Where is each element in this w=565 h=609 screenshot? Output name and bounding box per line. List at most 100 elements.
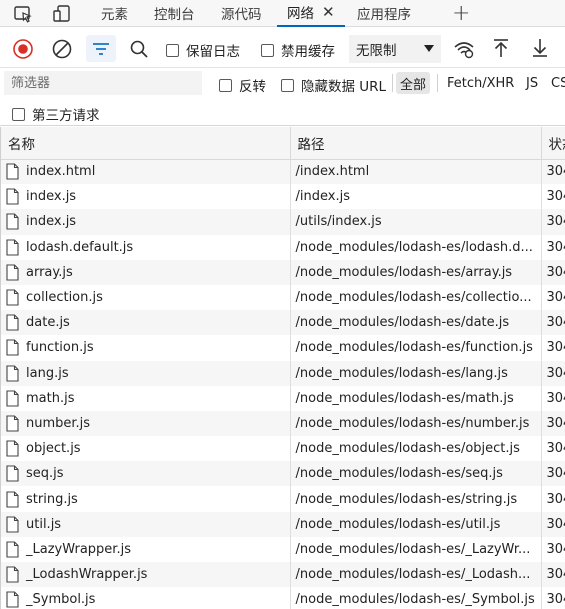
invert-checkbox[interactable]: 反转: [219, 75, 266, 95]
path-cell[interactable]: /node_modules/lodash-es/object.js: [290, 436, 542, 462]
name-cell[interactable]: seq.js: [1, 461, 291, 487]
checkbox-box[interactable]: [166, 43, 179, 57]
status-cell[interactable]: 304: [541, 259, 565, 285]
close-icon[interactable]: ✕: [322, 3, 335, 21]
name-cell[interactable]: _Symbol.js: [1, 587, 291, 609]
tab-console[interactable]: 控制台: [154, 0, 195, 27]
table-row[interactable]: object.js/node_modules/lodash-es/object.…: [1, 436, 565, 462]
hide-data-urls-checkbox[interactable]: 隐藏数据 URL: [281, 75, 386, 95]
filter-input[interactable]: [4, 71, 202, 95]
table-row[interactable]: date.js/node_modules/lodash-es/date.js 30…: [1, 310, 565, 336]
status-cell[interactable]: 304: [541, 385, 565, 411]
path-cell[interactable]: /node_modules/lodash-es/array.js: [290, 259, 542, 285]
path-cell[interactable]: /node_modules/lodash-es/string.js: [290, 486, 542, 512]
status-cell[interactable]: 304: [541, 410, 565, 437]
table-row[interactable]: collection.js/node_modules/lodash-es/col…: [1, 284, 565, 311]
path-cell[interactable]: /node_modules/lodash-es/_Lodash...: [290, 562, 542, 588]
table-row[interactable]: _LazyWrapper.js/node_modules/lodash-es/_…: [1, 536, 565, 562]
name-cell[interactable]: index.js: [1, 209, 291, 235]
status-cell[interactable]: 304: [541, 360, 565, 386]
status-cell[interactable]: 304: [541, 310, 565, 336]
path-cell[interactable]: /utils/index.js: [290, 209, 542, 235]
path-cell[interactable]: /node_modules/lodash-es/function.js: [290, 335, 542, 361]
name-cell[interactable]: index.html: [1, 159, 291, 185]
filter-type-js[interactable]: JS: [526, 72, 538, 94]
path-cell[interactable]: /node_modules/lodash-es/date.js: [290, 310, 542, 336]
status-cell[interactable]: 304: [541, 209, 565, 235]
search-button[interactable]: [128, 38, 150, 60]
table-row[interactable]: index.js/index.js304: [1, 184, 565, 210]
status-cell[interactable]: 304: [541, 234, 565, 260]
tab-elements[interactable]: 元素: [101, 0, 128, 27]
filter-type-all[interactable]: 全部: [396, 72, 431, 94]
table-row[interactable]: function.js/node_modules/lodash-es/funct…: [1, 335, 565, 361]
checkbox-box[interactable]: [12, 107, 25, 121]
table-row[interactable]: index.html/index.html304: [1, 159, 565, 185]
tab-sources[interactable]: 源代码: [221, 0, 262, 27]
name-cell[interactable]: function.js: [1, 335, 291, 361]
table-row[interactable]: util.js/node_modules/lodash-es/util.js 30…: [1, 511, 565, 537]
table-row[interactable]: math.js/node_modules/lodash-es/math.js 30…: [1, 385, 565, 411]
add-tab-button[interactable]: +: [452, 0, 470, 27]
name-cell[interactable]: date.js: [1, 310, 291, 336]
table-row[interactable]: lodash.default.js/node_modules/lodash-es…: [1, 234, 565, 260]
path-cell[interactable]: /index.js: [290, 184, 542, 210]
tab-application[interactable]: 应用程序: [357, 0, 411, 27]
status-cell[interactable]: 304: [541, 159, 565, 185]
path-cell[interactable]: /node_modules/lodash-es/lang.js: [290, 360, 542, 386]
table-row[interactable]: index.js/utils/index.js304: [1, 209, 565, 235]
name-cell[interactable]: util.js: [1, 511, 291, 537]
status-cell[interactable]: 304: [541, 587, 565, 609]
status-cell[interactable]: 304: [541, 562, 565, 588]
name-cell[interactable]: math.js: [1, 385, 291, 411]
path-cell[interactable]: /node_modules/lodash-es/collectio...: [290, 284, 542, 311]
status-cell[interactable]: 304: [541, 335, 565, 361]
name-cell[interactable]: number.js: [1, 410, 291, 437]
path-cell[interactable]: /node_modules/lodash-es/seq.js: [290, 461, 542, 487]
disable-cache-checkbox[interactable]: 禁用缓存: [261, 40, 335, 60]
inspect-icon[interactable]: [12, 3, 34, 25]
clear-button[interactable]: [51, 38, 73, 60]
table-row[interactable]: number.js/node_modules/lodash-es/number.…: [1, 410, 565, 437]
export-har-button[interactable]: [530, 37, 550, 59]
tab-network[interactable]: 网络 ✕: [277, 0, 345, 27]
table-row[interactable]: lang.js/node_modules/lodash-es/lang.js 30…: [1, 360, 565, 386]
device-toolbar-icon[interactable]: [51, 3, 73, 25]
status-cell[interactable]: 304: [541, 511, 565, 537]
network-conditions-button[interactable]: [452, 38, 476, 60]
filter-type-css[interactable]: CSS: [551, 72, 565, 94]
path-cell[interactable]: /node_modules/lodash-es/_Symbol.js: [290, 587, 542, 609]
path-cell[interactable]: /node_modules/lodash-es/number.js: [290, 410, 542, 437]
column-header-path[interactable]: 路径: [290, 127, 542, 160]
name-cell[interactable]: collection.js: [1, 284, 291, 311]
column-header-name[interactable]: 名称: [1, 127, 291, 160]
status-cell[interactable]: 304: [541, 184, 565, 210]
name-cell[interactable]: _LodashWrapper.js: [1, 562, 291, 588]
table-row[interactable]: seq.js/node_modules/lodash-es/seq.js304: [1, 461, 565, 487]
filter-toggle-button[interactable]: [86, 35, 116, 62]
import-har-button[interactable]: [491, 37, 511, 59]
checkbox-box[interactable]: [281, 78, 294, 92]
table-row[interactable]: _Symbol.js/node_modules/lodash-es/_Symbo…: [1, 587, 565, 609]
third-party-checkbox[interactable]: 第三方请求: [12, 104, 100, 124]
status-cell[interactable]: 304: [541, 284, 565, 311]
name-cell[interactable]: lodash.default.js: [1, 234, 291, 260]
checkbox-box[interactable]: [261, 43, 274, 57]
table-row[interactable]: array.js/node_modules/lodash-es/array.js…: [1, 259, 565, 285]
throttling-select[interactable]: 无限制: [349, 35, 441, 63]
record-button[interactable]: [12, 38, 34, 60]
checkbox-box[interactable]: [219, 78, 232, 92]
status-cell[interactable]: 304: [541, 536, 565, 562]
name-cell[interactable]: index.js: [1, 184, 291, 210]
table-row[interactable]: string.js/node_modules/lodash-es/string.…: [1, 486, 565, 512]
status-cell[interactable]: 304: [541, 461, 565, 487]
status-cell[interactable]: 304: [541, 486, 565, 512]
path-cell[interactable]: /node_modules/lodash-es/util.js: [290, 511, 542, 537]
status-cell[interactable]: 304: [541, 436, 565, 462]
path-cell[interactable]: /node_modules/lodash-es/_LazyWr...: [290, 536, 542, 562]
path-cell[interactable]: /node_modules/lodash-es/lodash.d...: [290, 234, 542, 260]
name-cell[interactable]: lang.js: [1, 360, 291, 386]
name-cell[interactable]: _LazyWrapper.js: [1, 536, 291, 562]
path-cell[interactable]: /index.html: [290, 159, 542, 185]
preserve-log-checkbox[interactable]: 保留日志: [166, 40, 240, 60]
